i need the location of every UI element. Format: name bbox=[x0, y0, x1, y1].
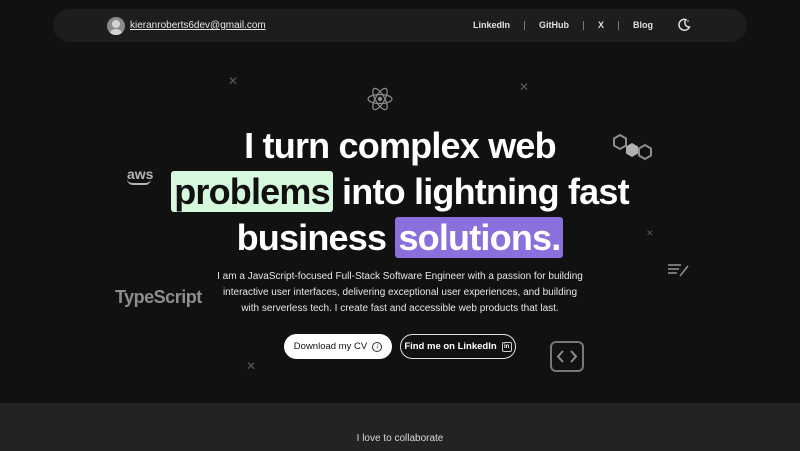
cross-icon: ✕ bbox=[246, 359, 257, 373]
nav-links: LinkedIn GitHub X Blog bbox=[473, 20, 653, 30]
notes-icon bbox=[668, 264, 689, 277]
code-brackets-icon bbox=[550, 341, 584, 372]
hero-headline: I turn complex web problems into lightni… bbox=[0, 123, 800, 261]
hero-line-2-rest: into lightning fast bbox=[342, 171, 630, 212]
download-cv-label: Download my CV bbox=[293, 341, 368, 352]
collaborate-section: I love to collaborate bbox=[0, 403, 800, 451]
hero-line-3-start: business bbox=[236, 217, 387, 258]
download-cv-button[interactable]: Download my CV ↓ bbox=[284, 334, 392, 359]
hero-line-1: I turn complex web bbox=[244, 125, 556, 166]
hero-line-2: problems into lightning fast bbox=[0, 169, 800, 215]
nav-link-blog[interactable]: Blog bbox=[633, 20, 653, 30]
nav-link-github[interactable]: GitHub bbox=[539, 20, 569, 30]
hero-description: I am a JavaScript-focused Full-Stack Sof… bbox=[217, 271, 583, 314]
find-linkedin-label: Find me on LinkedIn bbox=[404, 341, 497, 352]
email-link[interactable]: kieranroberts6dev@gmail.com bbox=[130, 20, 266, 31]
highlight-solutions: solutions. bbox=[395, 217, 564, 258]
top-navbar: kieranroberts6dev@gmail.com LinkedIn Git… bbox=[53, 9, 747, 42]
cross-icon: ✕ bbox=[519, 80, 530, 94]
nav-link-x[interactable]: X bbox=[598, 20, 604, 30]
nav-divider bbox=[618, 20, 620, 30]
hero-line-3: business solutions. bbox=[0, 215, 800, 261]
react-icon bbox=[367, 87, 393, 111]
download-icon: ↓ bbox=[372, 341, 383, 352]
cross-icon: ✕ bbox=[228, 74, 239, 88]
typescript-logo: TypeScript bbox=[115, 287, 202, 307]
highlight-problems: problems bbox=[171, 171, 333, 212]
nav-divider bbox=[583, 20, 585, 30]
moon-icon[interactable] bbox=[677, 18, 691, 32]
avatar[interactable] bbox=[107, 17, 125, 35]
find-linkedin-button[interactable]: Find me on LinkedIn in bbox=[400, 334, 516, 359]
nav-divider bbox=[524, 20, 526, 30]
nav-link-linkedin[interactable]: LinkedIn bbox=[473, 20, 510, 30]
collaborate-heading: I love to collaborate bbox=[356, 433, 444, 444]
linkedin-icon: in bbox=[501, 341, 512, 352]
